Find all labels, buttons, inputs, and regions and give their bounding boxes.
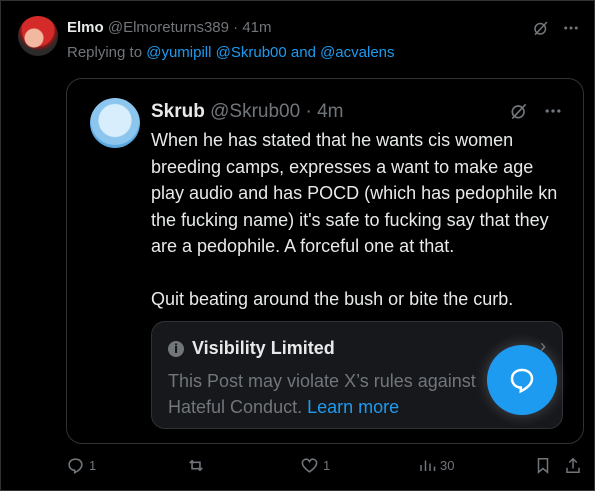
chat-bubble-icon — [510, 368, 534, 394]
visibility-title: Visibility Limited — [192, 338, 335, 358]
like-button[interactable]: 1 — [300, 456, 330, 475]
author-name[interactable]: Elmo — [67, 19, 104, 36]
author-handle[interactable]: @Elmoreturns389 — [108, 19, 229, 36]
quoted-post-text: When he has stated that he wants cis wom… — [151, 127, 571, 312]
share-icon — [566, 457, 580, 473]
grok-icon[interactable] — [531, 18, 551, 38]
grok-icon[interactable] — [509, 101, 529, 121]
bookmark-button[interactable] — [534, 456, 552, 475]
share-button[interactable] — [564, 456, 582, 475]
replying-handles[interactable]: @yumipill @Skrub00 and @acvalens — [146, 44, 394, 61]
more-icon[interactable] — [543, 101, 563, 121]
more-icon[interactable] — [561, 18, 581, 38]
post-time[interactable]: 41m — [242, 19, 271, 36]
quoted-post-time[interactable]: 4m — [317, 101, 343, 122]
quoted-author-name[interactable]: Skrub — [151, 101, 205, 122]
learn-more-link[interactable]: Learn more — [307, 397, 399, 417]
info-icon: i — [168, 340, 184, 357]
views-icon — [420, 460, 436, 471]
replying-prefix: Replying to — [67, 44, 143, 61]
repost-button[interactable] — [186, 456, 206, 475]
repost-icon — [189, 459, 203, 472]
quoted-author-handle[interactable]: @Skrub00 — [210, 101, 300, 122]
quoted-paragraph-2: Quit beating around the bush or bite the… — [151, 288, 514, 309]
visibility-title-row: i Visibility Limited — [168, 338, 335, 359]
post-header: Elmo @Elmoreturns389 · 41m — [67, 19, 272, 36]
reply-icon — [68, 458, 83, 474]
reply-button[interactable]: 1 — [66, 456, 96, 475]
quoted-author-avatar[interactable] — [90, 98, 140, 148]
like-count: 1 — [323, 458, 331, 473]
separator: · — [305, 101, 312, 122]
views-count: 30 — [440, 457, 455, 473]
visibility-text: This Post may violate X’s rules against … — [168, 368, 498, 420]
author-avatar[interactable] — [18, 16, 58, 56]
like-icon — [301, 458, 318, 473]
quoted-paragraph-1: When he has stated that he wants cis wom… — [151, 130, 558, 256]
bookmark-icon — [537, 458, 549, 474]
separator: · — [233, 19, 239, 36]
post-top-actions — [531, 18, 581, 38]
reply-count: 1 — [89, 458, 97, 473]
replying-to: Replying to @yumipill @Skrub00 and @acva… — [67, 44, 395, 61]
post-action-bar: 1 1 30 — [66, 456, 586, 478]
chat-button[interactable] — [487, 345, 557, 415]
views-button[interactable]: 30 — [418, 456, 454, 474]
quoted-top-actions — [509, 101, 563, 121]
quoted-post-header: Skrub @Skrub00 · 4m — [151, 101, 344, 123]
